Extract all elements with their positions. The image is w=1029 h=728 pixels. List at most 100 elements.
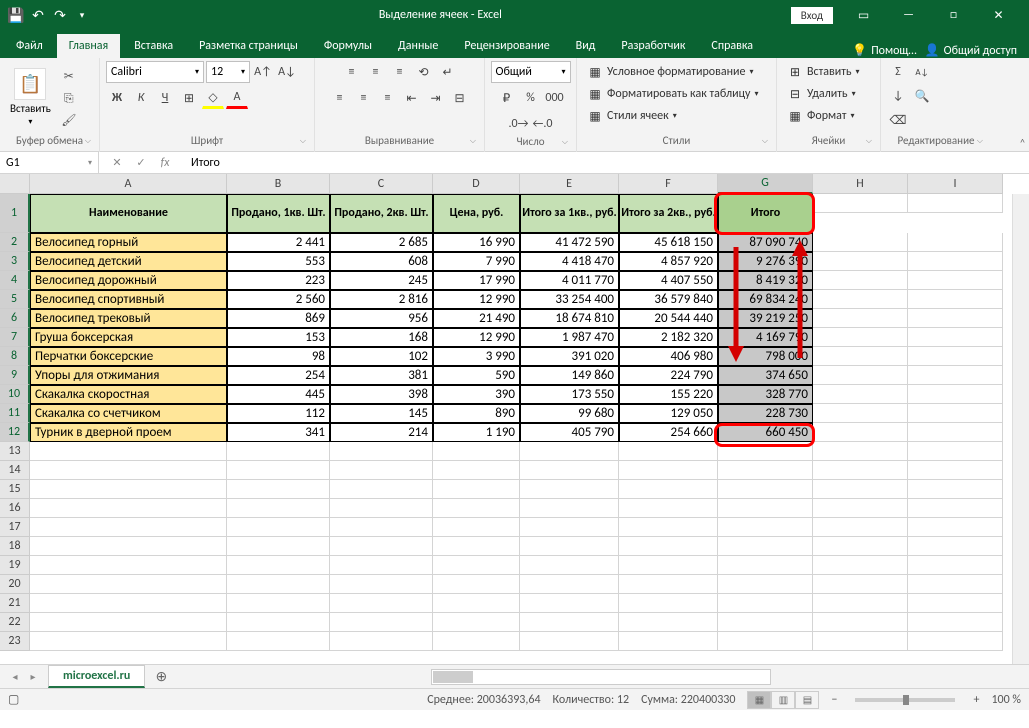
cell[interactable]: Велосипед дорожный xyxy=(30,271,227,290)
cell[interactable] xyxy=(30,613,227,632)
cell[interactable] xyxy=(227,575,330,594)
cell[interactable] xyxy=(813,556,908,575)
tell-me[interactable]: 💡Помощ… xyxy=(852,43,916,58)
cell[interactable] xyxy=(619,594,718,613)
row-header[interactable]: 14 xyxy=(0,461,30,480)
collapse-ribbon-icon[interactable]: ^ xyxy=(1020,136,1025,149)
cell[interactable] xyxy=(813,290,908,309)
cell[interactable]: 45 618 150 xyxy=(619,233,718,252)
cells-area[interactable]: НаименованиеПродано, 1кв. Шт.Продано, 2к… xyxy=(30,194,1003,651)
row-header[interactable]: 20 xyxy=(0,575,30,594)
increase-font-icon[interactable]: A↑ xyxy=(252,61,274,83)
zoom-level[interactable]: 100 % xyxy=(991,693,1021,707)
indent-dec-icon[interactable]: ⇤ xyxy=(401,87,423,109)
cell[interactable] xyxy=(908,385,1003,404)
font-name-combo[interactable]: Calibri▾ xyxy=(106,61,204,83)
cell[interactable] xyxy=(330,556,433,575)
conditional-formatting-button[interactable]: ▦Условное форматирование▾ xyxy=(583,61,757,83)
cell[interactable]: 98 xyxy=(227,347,330,366)
row-header[interactable]: 15 xyxy=(0,480,30,499)
border-icon[interactable]: ⊞ xyxy=(178,87,200,109)
cell[interactable] xyxy=(813,194,908,213)
cell[interactable] xyxy=(227,556,330,575)
cell[interactable]: 4 407 550 xyxy=(619,271,718,290)
col-header[interactable]: F xyxy=(619,174,718,194)
redo-icon[interactable]: ↷ xyxy=(52,7,68,23)
cell[interactable] xyxy=(813,613,908,632)
row-header[interactable]: 5 xyxy=(0,290,30,309)
cell[interactable] xyxy=(520,613,619,632)
cell[interactable] xyxy=(908,309,1003,328)
row-header[interactable]: 18 xyxy=(0,537,30,556)
sheet-tab[interactable]: microexcel.ru xyxy=(48,665,145,688)
tab-pagelayout[interactable]: Разметка страницы xyxy=(187,34,310,58)
cell[interactable]: 17 990 xyxy=(433,271,520,290)
row-header[interactable]: 6 xyxy=(0,309,30,328)
align-middle-icon[interactable]: ≡ xyxy=(365,61,387,83)
cell[interactable] xyxy=(908,556,1003,575)
cell[interactable] xyxy=(813,632,908,651)
cell[interactable]: 214 xyxy=(330,423,433,442)
cell[interactable]: 173 550 xyxy=(520,385,619,404)
cell[interactable]: 3 990 xyxy=(433,347,520,366)
name-box[interactable]: G1▾ xyxy=(0,152,99,174)
cell[interactable] xyxy=(30,518,227,537)
record-macro-icon[interactable]: ▢ xyxy=(8,692,19,707)
tab-developer[interactable]: Разработчик xyxy=(609,34,697,58)
format-painter-icon[interactable]: 🖌 xyxy=(59,111,79,131)
cell[interactable] xyxy=(433,518,520,537)
cell[interactable]: Велосипед детский xyxy=(30,252,227,271)
cell[interactable] xyxy=(30,575,227,594)
row-header[interactable]: 10 xyxy=(0,385,30,404)
cell[interactable]: Упоры для отжимания xyxy=(30,366,227,385)
cell[interactable] xyxy=(433,613,520,632)
row-header[interactable]: 7 xyxy=(0,328,30,347)
cell[interactable]: 4 857 920 xyxy=(619,252,718,271)
sort-filter-icon[interactable]: A↓ xyxy=(911,61,933,83)
vertical-scrollbar[interactable] xyxy=(1012,194,1029,664)
select-all-corner[interactable] xyxy=(0,174,30,194)
qat-dropdown-icon[interactable]: ▾ xyxy=(74,7,90,23)
cell[interactable]: 608 xyxy=(330,252,433,271)
cell[interactable] xyxy=(813,461,908,480)
cell[interactable]: 391 020 xyxy=(520,347,619,366)
cell[interactable]: 956 xyxy=(330,309,433,328)
cell[interactable]: 228 730 xyxy=(718,404,813,423)
cell-styles-button[interactable]: ▦Стили ячеек▾ xyxy=(583,105,681,127)
cell[interactable] xyxy=(908,461,1003,480)
cell[interactable]: 99 680 xyxy=(520,404,619,423)
cell[interactable]: 590 xyxy=(433,366,520,385)
row-header[interactable]: 9 xyxy=(0,366,30,385)
cell[interactable] xyxy=(330,632,433,651)
cell[interactable] xyxy=(330,480,433,499)
cell[interactable] xyxy=(520,556,619,575)
fill-icon[interactable]: ↓ xyxy=(887,85,909,107)
row-header[interactable]: 11 xyxy=(0,404,30,423)
cut-icon[interactable]: ✂ xyxy=(59,67,79,87)
bold-button[interactable]: Ж xyxy=(106,87,128,109)
cell[interactable] xyxy=(619,442,718,461)
tab-insert[interactable]: Вставка xyxy=(122,34,185,58)
cell[interactable]: 1 987 470 xyxy=(520,328,619,347)
row-header[interactable]: 4 xyxy=(0,271,30,290)
cell[interactable] xyxy=(433,499,520,518)
cell[interactable]: Велосипед спортивный xyxy=(30,290,227,309)
dec-decimal-icon[interactable]: ←.0 xyxy=(532,113,554,135)
col-header[interactable]: A xyxy=(30,174,227,194)
cell[interactable]: 4 418 470 xyxy=(520,252,619,271)
cell[interactable]: 33 254 400 xyxy=(520,290,619,309)
delete-cells-button[interactable]: ⊟Удалить▾ xyxy=(783,83,860,105)
cell[interactable] xyxy=(30,594,227,613)
cell[interactable] xyxy=(813,309,908,328)
cell[interactable]: Велосипед горный xyxy=(30,233,227,252)
cell[interactable]: 1 190 xyxy=(433,423,520,442)
cell[interactable] xyxy=(433,461,520,480)
cell[interactable] xyxy=(433,575,520,594)
cell[interactable]: 398 xyxy=(330,385,433,404)
tab-view[interactable]: Вид xyxy=(564,34,608,58)
decrease-font-icon[interactable]: A↓ xyxy=(276,61,298,83)
row-header[interactable]: 3 xyxy=(0,252,30,271)
zoom-in-icon[interactable]: + xyxy=(973,693,979,707)
cell[interactable] xyxy=(813,252,908,271)
cell[interactable]: 254 660 xyxy=(619,423,718,442)
